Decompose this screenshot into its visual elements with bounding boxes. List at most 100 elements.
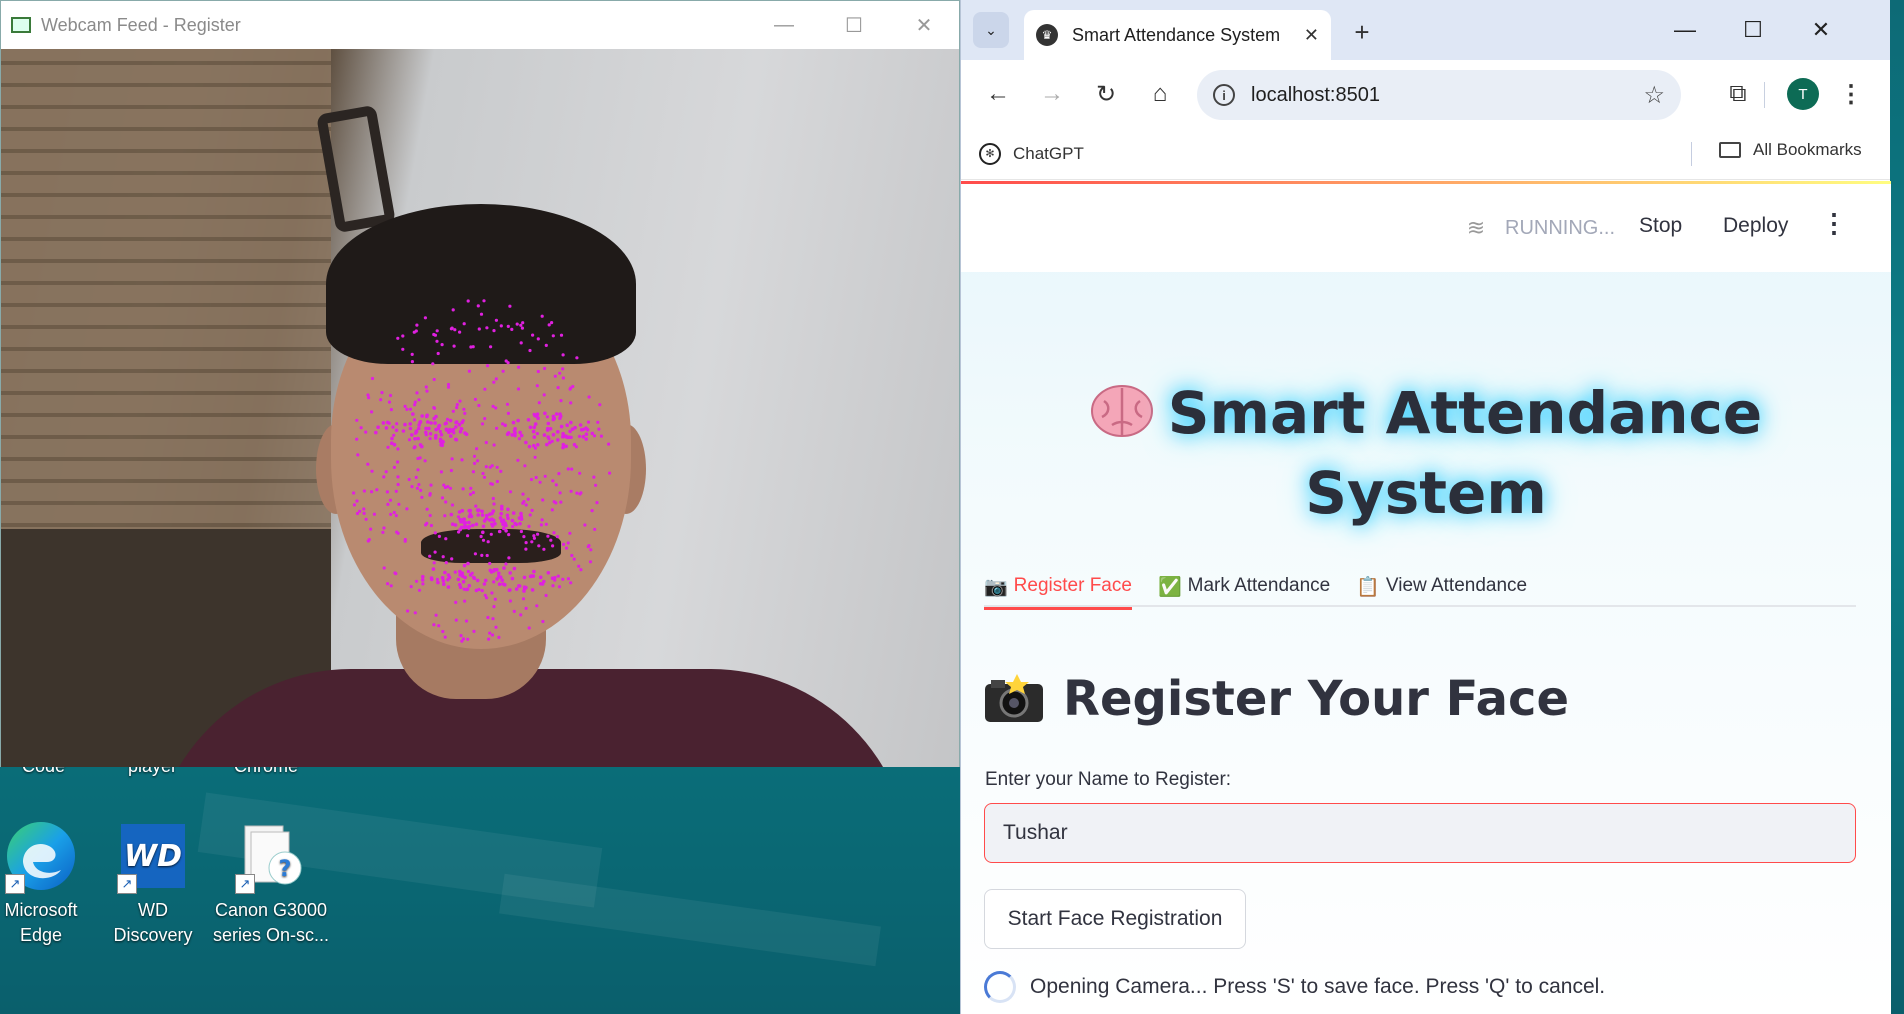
face-landmark-point: [432, 416, 437, 421]
face-landmark-point: [408, 422, 413, 426]
tab-close-icon[interactable]: ✕: [1304, 25, 1319, 46]
tab-smart-attendance[interactable]: ♛ Smart Attendance System ✕: [1024, 10, 1331, 60]
address-bar[interactable]: i localhost:8501 ☆: [1197, 70, 1681, 120]
profile-button[interactable]: T: [1781, 72, 1825, 116]
name-field-label: Enter your Name to Register:: [985, 769, 1232, 790]
site-info-icon[interactable]: i: [1213, 84, 1235, 106]
face-landmark-point: [465, 587, 470, 591]
stop-button[interactable]: Stop: [1633, 210, 1688, 242]
face-landmark-point: [524, 606, 528, 611]
face-landmark-point: [542, 547, 546, 551]
url-text[interactable]: localhost:8501: [1251, 84, 1643, 107]
face-landmark-point: [506, 507, 510, 512]
close-button[interactable]: ✕: [889, 1, 959, 49]
face-landmark-point: [536, 532, 540, 536]
all-bookmarks-button[interactable]: All Bookmarks: [1719, 140, 1862, 160]
tab-strip[interactable]: ⌄ ♛ Smart Attendance System ✕ + — ☐ ✕: [961, 0, 1890, 60]
face-landmark-point: [477, 327, 481, 331]
face-landmark-point: [416, 436, 420, 441]
face-landmark-point: [558, 371, 562, 375]
face-landmark-point: [511, 420, 516, 425]
face-landmark-point: [442, 582, 446, 586]
face-landmark-point: [454, 600, 458, 605]
home-button[interactable]: ⌂: [1133, 72, 1187, 116]
face-landmark-point: [595, 501, 599, 505]
face-landmark-point: [540, 518, 544, 522]
face-landmark-point: [390, 441, 394, 446]
face-landmark-point: [536, 443, 540, 447]
chevron-down-icon: ⌄: [985, 21, 997, 38]
face-landmark-point: [444, 561, 448, 565]
face-landmark-point: [488, 631, 492, 635]
start-face-registration-button[interactable]: Start Face Registration: [984, 889, 1246, 949]
face-landmark-point: [453, 523, 458, 527]
browser-menu-icon[interactable]: ⋮: [1833, 72, 1869, 116]
bookmark-label: ChatGPT: [1013, 143, 1084, 163]
face-landmark-point: [382, 566, 386, 570]
camera-icon: 📷: [984, 577, 1008, 598]
desktop-icon-microsoft-edge[interactable]: ↗ Microsoft Edge: [0, 818, 96, 948]
face-landmark-point: [590, 431, 595, 436]
extensions-puzzle-icon[interactable]: ⧉: [1716, 72, 1760, 116]
face-landmark-point: [533, 413, 537, 418]
face-landmark-point: [443, 485, 447, 490]
face-landmark-point: [488, 512, 492, 516]
bookmark-star-icon[interactable]: ☆: [1643, 81, 1665, 110]
face-landmark-point: [459, 634, 463, 638]
face-landmark-point: [387, 400, 392, 404]
face-landmark-point: [451, 409, 455, 413]
deploy-button[interactable]: Deploy: [1717, 210, 1794, 242]
face-landmark-point: [410, 360, 414, 364]
maximize-button[interactable]: ☐: [819, 1, 889, 49]
minimize-button[interactable]: —: [749, 1, 819, 49]
forward-button[interactable]: →: [1025, 72, 1079, 116]
face-landmark-point: [437, 534, 441, 538]
face-landmark-point: [545, 442, 549, 447]
face-landmark-point: [385, 420, 390, 425]
face-landmark-point: [554, 483, 558, 487]
face-landmark-point: [425, 389, 429, 393]
tab-register-face[interactable]: 📷 Register Face: [984, 575, 1132, 610]
webcam-window[interactable]: Webcam Feed - Register — ☐ ✕: [0, 0, 960, 767]
browser-minimize-button[interactable]: —: [1651, 10, 1719, 50]
tab-search-button[interactable]: ⌄: [973, 12, 1009, 48]
face-landmark-point: [437, 423, 442, 428]
svg-text:WD: WD: [124, 839, 182, 874]
face-landmark-point: [549, 538, 553, 542]
face-landmark-point: [441, 555, 445, 559]
tab-view-attendance[interactable]: 📋 View Attendance: [1356, 575, 1527, 607]
face-landmark-point: [562, 542, 566, 546]
webcam-titlebar[interactable]: Webcam Feed - Register — ☐ ✕: [1, 1, 959, 49]
reload-button[interactable]: ↻: [1079, 72, 1133, 116]
face-landmark-point: [388, 498, 393, 502]
face-landmark-point: [444, 421, 449, 426]
desktop-icon-wd-discovery[interactable]: WD ↗ WD Discovery: [98, 818, 208, 948]
face-landmark-point: [559, 333, 564, 337]
bookmark-chatgpt[interactable]: ✻ ChatGPT: [979, 142, 1084, 165]
face-landmark-point: [594, 483, 598, 487]
browser-close-button[interactable]: ✕: [1787, 10, 1855, 50]
face-landmark-point: [540, 582, 545, 586]
face-landmark-point: [479, 312, 484, 316]
desktop-icon-canon-g3000[interactable]: ? ↗ Canon G3000 series On-sc...: [211, 818, 331, 948]
face-landmark-point: [376, 425, 380, 430]
face-landmark-point: [420, 495, 424, 499]
face-landmark-point: [462, 407, 466, 411]
new-tab-button[interactable]: +: [1344, 14, 1380, 50]
face-landmark-point: [428, 437, 432, 441]
browser-maximize-button[interactable]: ☐: [1719, 10, 1787, 50]
face-landmark-point: [528, 348, 532, 353]
app-menu-icon[interactable]: ⋮: [1821, 208, 1847, 239]
tab-bar: 📷 Register Face ✅ Mark Attendance 📋 View…: [984, 575, 1856, 610]
browser-window[interactable]: ⌄ ♛ Smart Attendance System ✕ + — ☐ ✕ ← …: [960, 0, 1891, 1014]
tab-mark-attendance[interactable]: ✅ Mark Attendance: [1158, 575, 1330, 607]
back-button[interactable]: ←: [971, 72, 1025, 116]
face-landmark-point: [397, 502, 401, 506]
face-landmark-point: [533, 455, 537, 459]
face-landmark-point: [364, 517, 368, 521]
face-landmark-point: [453, 328, 457, 332]
name-input[interactable]: [984, 803, 1856, 863]
face-landmark-point: [463, 575, 467, 580]
face-landmark-point: [531, 333, 535, 337]
streamlit-app: ≋ RUNNING... Stop Deploy ⋮ Smart Attenda…: [961, 181, 1891, 1014]
